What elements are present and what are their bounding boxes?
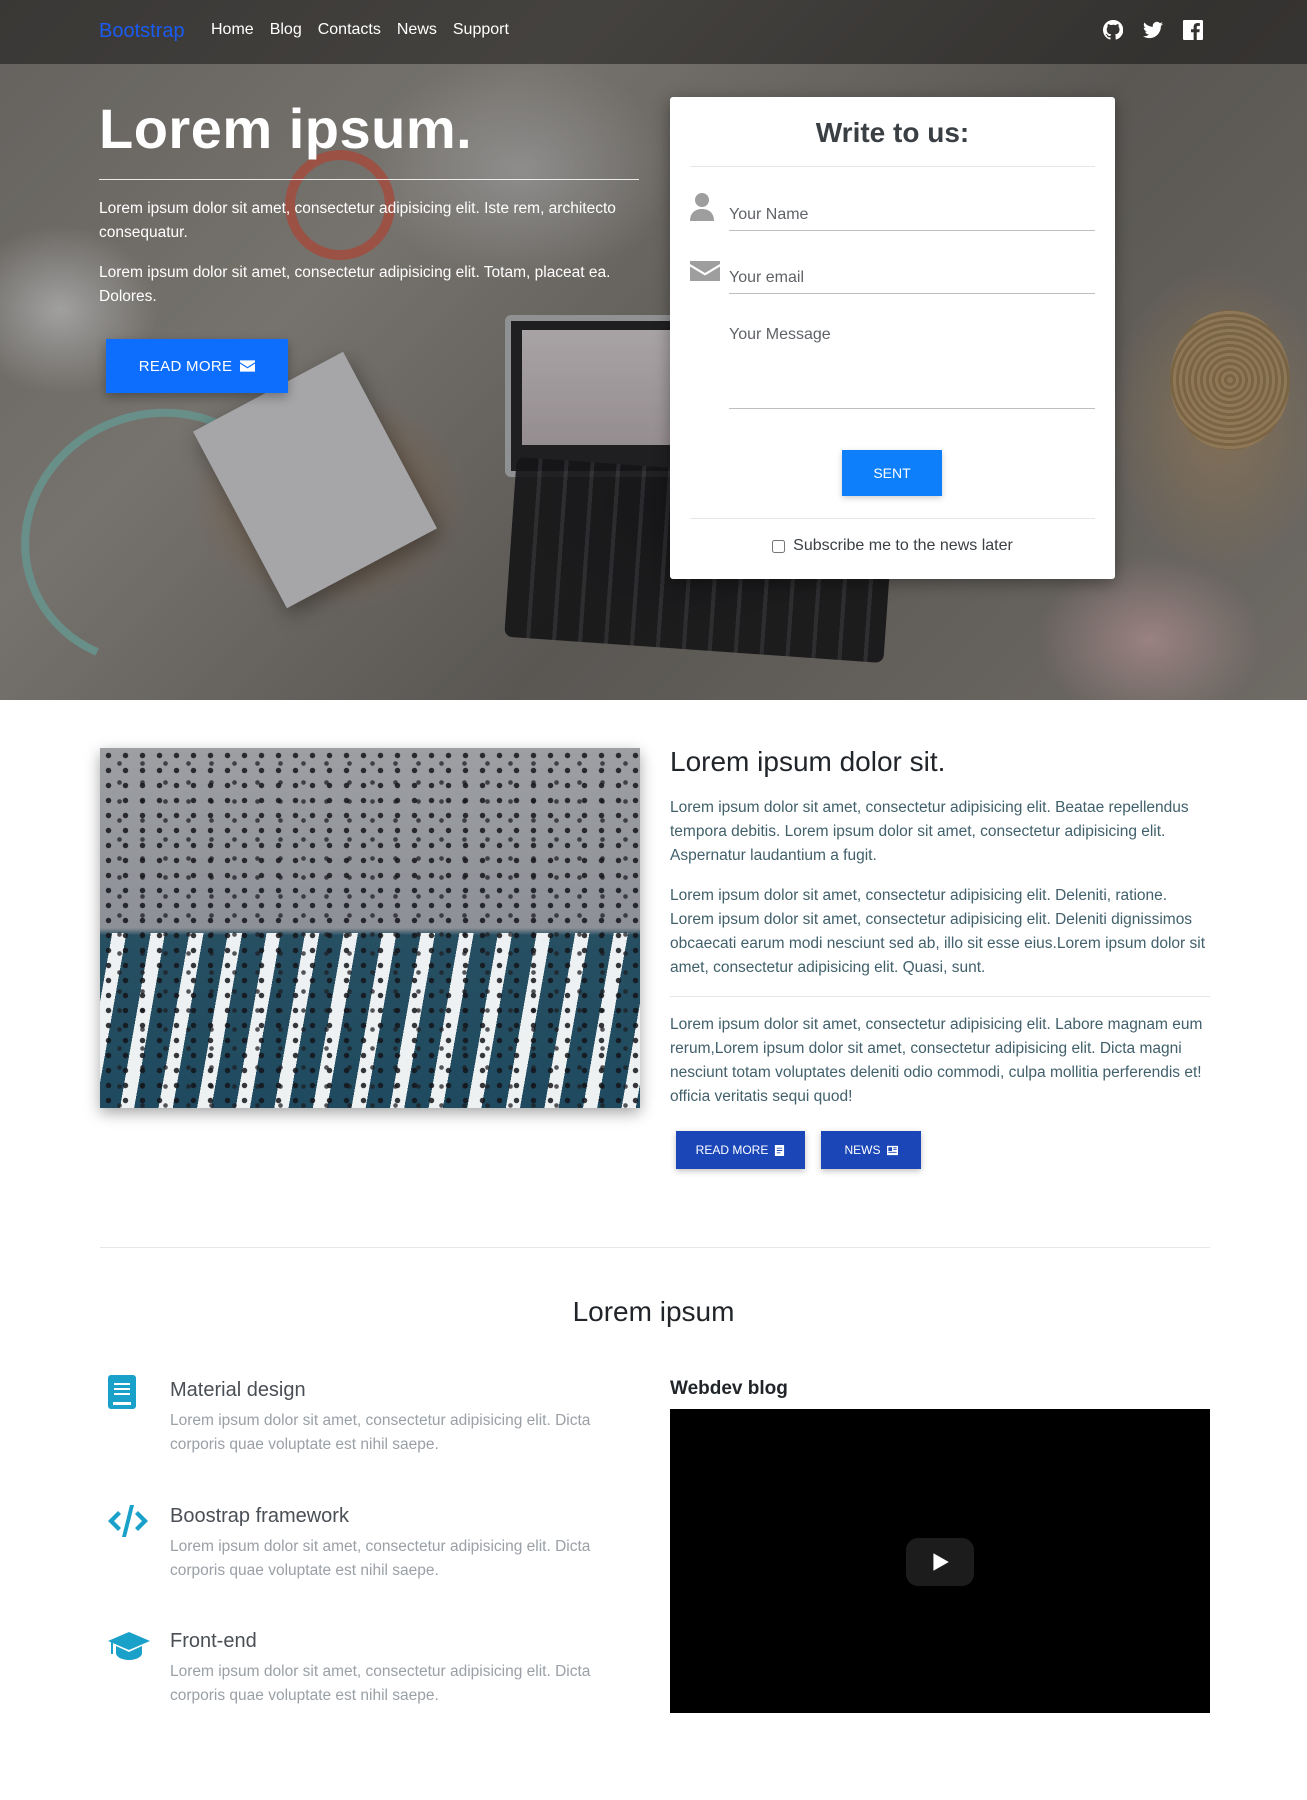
- hero-section: Lorem ipsum. Lorem ipsum dolor sit amet,…: [0, 0, 1307, 700]
- feature-title-front-end: Front-end: [170, 1630, 257, 1652]
- about-news-label: NEWS: [844, 1143, 881, 1157]
- contact-form-divider-top: [690, 166, 1095, 167]
- about-divider: [670, 996, 1210, 997]
- video-player[interactable]: [670, 1409, 1210, 1713]
- hero-title: Lorem ipsum.: [99, 97, 473, 160]
- crowd-photo-pattern: [100, 748, 640, 1108]
- about-read-more-label: READ MORE: [695, 1143, 769, 1157]
- facebook-icon[interactable]: [1183, 20, 1203, 40]
- feature-text-front-end: Lorem ipsum dolor sit amet, consectetur …: [170, 1663, 591, 1704]
- email-field[interactable]: [729, 263, 1095, 294]
- hero-paragraph-2: Lorem ipsum dolor sit amet, consectetur …: [99, 264, 611, 305]
- nav-link-home[interactable]: Home: [211, 21, 254, 39]
- document-icon: [775, 1144, 785, 1156]
- about-paragraph-3: Lorem ipsum dolor sit amet, consectetur …: [670, 1016, 1203, 1105]
- feature-title-material-design: Material design: [170, 1379, 306, 1401]
- section-divider: [100, 1247, 1210, 1248]
- about-news-button[interactable]: NEWS: [821, 1131, 921, 1169]
- navbar: Bootstrap Home Blog Contacts News Suppor…: [0, 0, 1307, 64]
- hero-read-more-button[interactable]: READ MORE: [106, 339, 288, 393]
- book-icon: [108, 1375, 136, 1409]
- hero-paragraph-1: Lorem ipsum dolor sit amet, consectetur …: [99, 200, 616, 241]
- nav-link-contacts[interactable]: Contacts: [318, 21, 381, 39]
- contact-form-title: Write to us:: [815, 117, 970, 148]
- about-paragraph-2: Lorem ipsum dolor sit amet, consectetur …: [670, 887, 1206, 976]
- contact-form: Write to us: SENT Subscribe me to the ne…: [670, 97, 1115, 579]
- nav-link-blog[interactable]: Blog: [270, 21, 302, 39]
- sent-button[interactable]: SENT: [842, 450, 942, 496]
- envelope-icon: [240, 360, 256, 372]
- nav-links: Home Blog Contacts News Support: [211, 21, 509, 39]
- about-title: Lorem ipsum dolor sit.: [670, 746, 946, 777]
- crowd-crosswalk-photo: [100, 748, 640, 1108]
- user-icon: [690, 193, 714, 221]
- play-button[interactable]: [906, 1538, 974, 1586]
- subscribe-option[interactable]: Subscribe me to the news later: [670, 537, 1115, 555]
- subscribe-label: Subscribe me to the news later: [793, 537, 1013, 554]
- social-links: [1103, 20, 1203, 40]
- video-title: Webdev blog: [670, 1378, 788, 1399]
- about-paragraph-1: Lorem ipsum dolor sit amet, consectetur …: [670, 799, 1189, 864]
- subscribe-checkbox[interactable]: [772, 539, 786, 553]
- contact-form-divider-bottom: [690, 518, 1095, 519]
- github-icon[interactable]: [1103, 20, 1123, 40]
- envelope-icon: [690, 261, 720, 281]
- code-icon: [108, 1505, 148, 1537]
- nav-link-support[interactable]: Support: [453, 21, 509, 39]
- hero-divider: [99, 179, 639, 180]
- name-field[interactable]: [729, 200, 1095, 231]
- feature-text-material-design: Lorem ipsum dolor sit amet, consectetur …: [170, 1412, 591, 1453]
- twitter-icon[interactable]: [1143, 20, 1163, 40]
- hero-read-more-label: READ MORE: [138, 357, 233, 375]
- feature-title-bootstrap-framework: Boostrap framework: [170, 1505, 349, 1527]
- graduation-cap-icon: [108, 1632, 150, 1660]
- newspaper-icon: [886, 1145, 898, 1155]
- message-field[interactable]: [729, 323, 1095, 409]
- play-icon: [933, 1553, 949, 1571]
- features-section-title: Lorem ipsum: [572, 1296, 735, 1327]
- brand-link[interactable]: Bootstrap: [99, 20, 185, 43]
- about-read-more-button[interactable]: READ MORE: [676, 1131, 805, 1169]
- feature-text-bootstrap-framework: Lorem ipsum dolor sit amet, consectetur …: [170, 1538, 591, 1579]
- nav-link-news[interactable]: News: [397, 21, 437, 39]
